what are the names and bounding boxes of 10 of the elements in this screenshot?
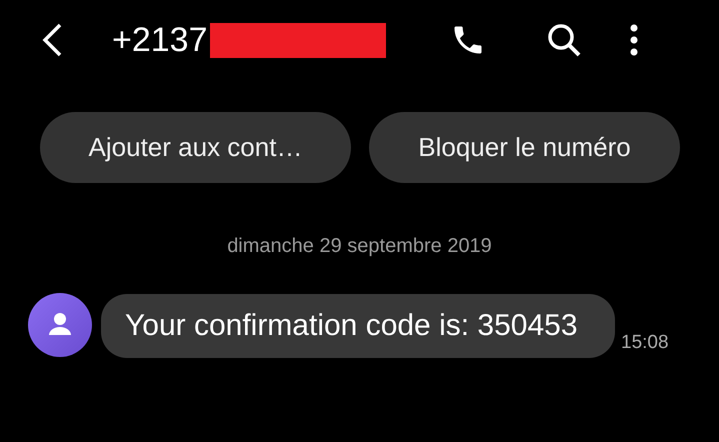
avatar-icon [28,293,92,357]
more-icon[interactable] [628,24,638,56]
contact-number: +2137 [112,20,208,60]
action-button[interactable]: Ajouter aux cont… [40,112,351,183]
message-bubble: Your confirmation code is: 350453 [101,294,615,358]
message-time: 15:08 [621,332,669,354]
date-label: dimanche 29 septembre 2019 [227,235,492,257]
action-button[interactable]: Bloquer le numéro [369,112,680,183]
search-icon[interactable] [546,22,582,58]
back-icon[interactable] [42,23,62,57]
